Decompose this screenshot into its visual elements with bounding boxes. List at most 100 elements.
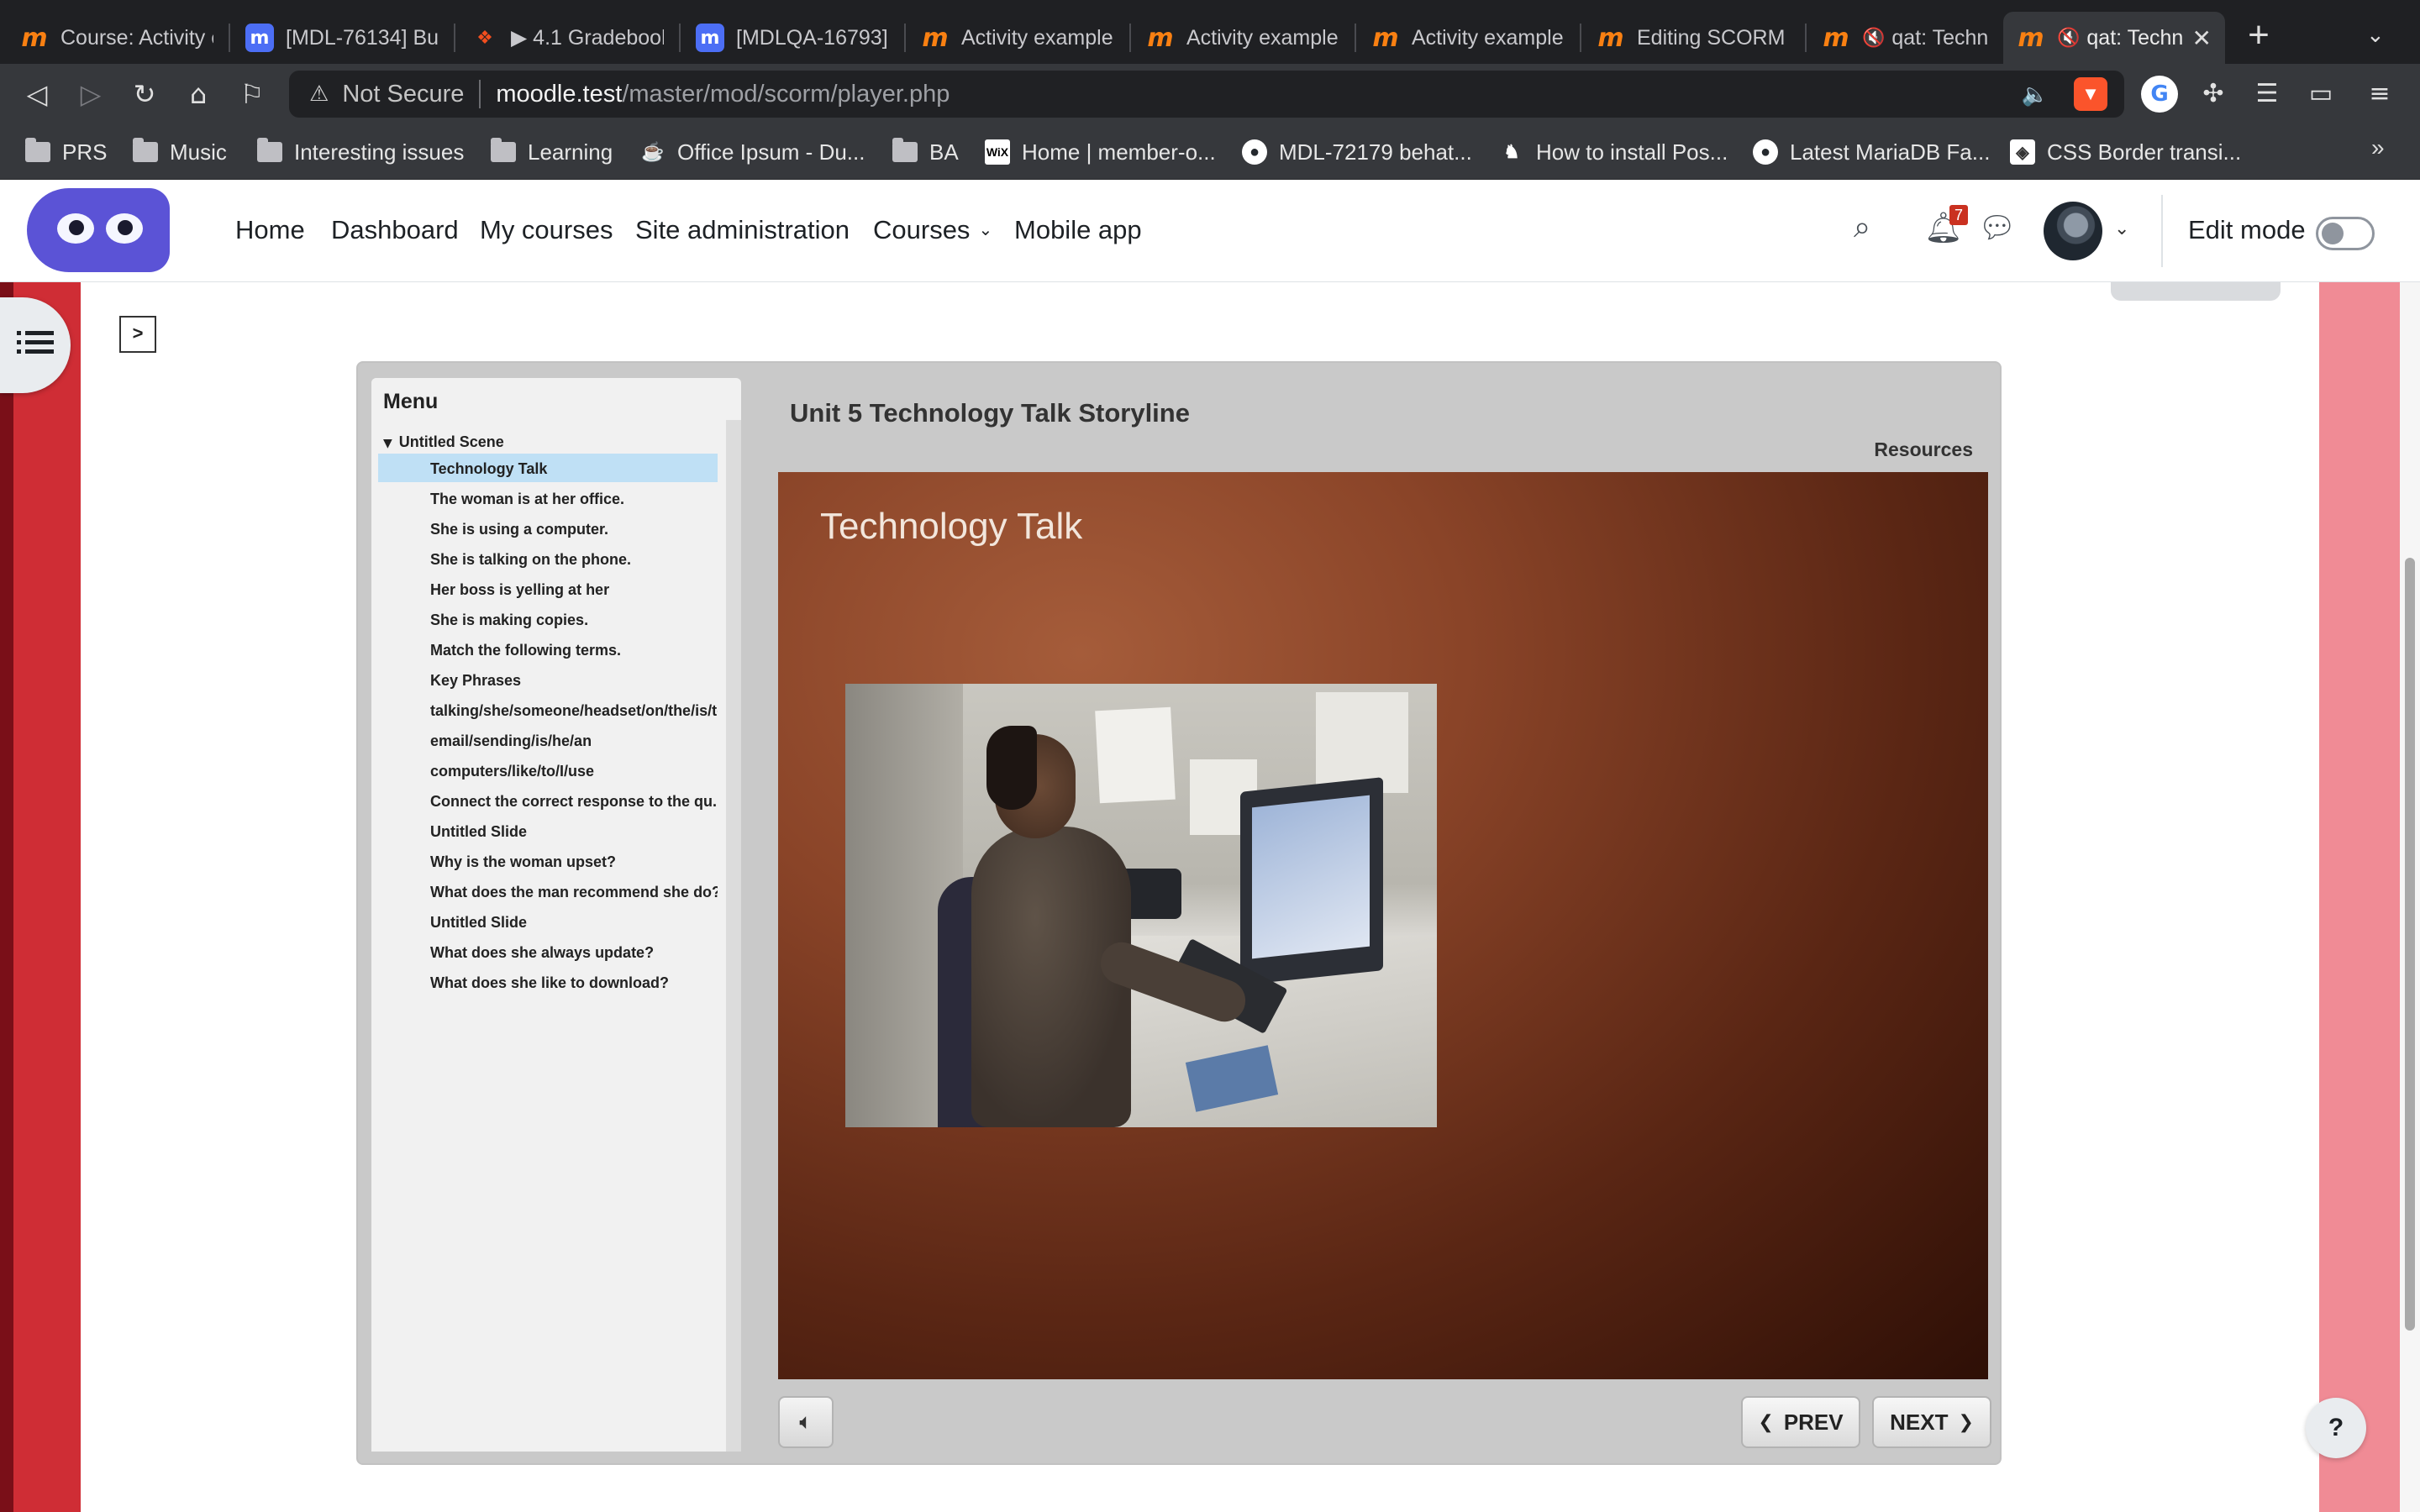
- browser-menu-icon[interactable]: ≡: [2361, 76, 2398, 113]
- menu-slide-item[interactable]: Untitled Slide: [378, 907, 718, 936]
- url-path: /master/mod/scorm/player.php: [622, 80, 950, 108]
- browser-tab[interactable]: m [MDLQA-16793]: [682, 12, 902, 64]
- bookmark-mdl-72179[interactable]: ● MDL-72179 behat...: [1242, 136, 1472, 168]
- menu-slide-item[interactable]: She is making copies.: [378, 605, 718, 633]
- bookmark-folder-music[interactable]: Music: [133, 136, 227, 168]
- brave-shield-icon[interactable]: ▼: [2074, 77, 2107, 111]
- player-controls: 🔈︎ ❮ PREV NEXT ❯: [778, 1396, 1991, 1448]
- menu-slide-item[interactable]: talking/she/someone/headset/on/the/is/to: [378, 696, 718, 724]
- bookmark-folder-ba[interactable]: BA: [892, 136, 959, 168]
- bookmark-page-button[interactable]: ⚐: [234, 76, 271, 113]
- back-button[interactable]: ◁: [18, 76, 55, 113]
- left-accent-bar: [13, 282, 81, 1512]
- nav-courses-dropdown[interactable]: Courses ⌄: [873, 215, 992, 245]
- bookmark-label: Home | member-o...: [1022, 139, 1216, 165]
- tab-separator: [1129, 24, 1131, 52]
- logo-left-eye: [57, 213, 94, 244]
- chevron-left-icon: ❮: [1758, 1411, 1774, 1433]
- scorm-toc-toggle-button[interactable]: >: [119, 316, 156, 353]
- tab-list-chevron-icon[interactable]: ⌄: [2366, 22, 2385, 48]
- bookmark-install-postgres[interactable]: ♞ How to install Pos...: [1499, 136, 1728, 168]
- browser-tab-active[interactable]: m 🔇 qat: Techn ✕: [2003, 12, 2225, 64]
- messages-icon[interactable]: 💬︎: [1978, 210, 2017, 245]
- folder-icon: [491, 138, 516, 162]
- nav-my-courses[interactable]: My courses: [480, 215, 613, 245]
- help-button[interactable]: ?: [2306, 1398, 2366, 1458]
- bookmark-folder-learning[interactable]: Learning: [491, 136, 613, 168]
- menu-slide-item[interactable]: Why is the woman upset?: [378, 847, 718, 875]
- browser-tab[interactable]: m Activity example: [1358, 12, 1578, 64]
- muted-speaker-icon[interactable]: 🔇: [2057, 27, 2080, 49]
- prev-button[interactable]: ❮ PREV: [1741, 1396, 1860, 1448]
- nav-home[interactable]: Home: [235, 215, 305, 245]
- bookmark-folder-interesting-issues[interactable]: Interesting issues: [257, 136, 464, 168]
- wallet-icon[interactable]: ▭: [2302, 76, 2339, 113]
- menu-slide-item[interactable]: computers/like/to/I/use: [378, 756, 718, 785]
- triangle-down-icon: ▼: [383, 437, 392, 450]
- home-button[interactable]: ⌂: [180, 76, 217, 113]
- resources-link[interactable]: Resources: [1874, 438, 1973, 461]
- volume-button[interactable]: 🔈︎: [778, 1396, 834, 1448]
- browser-tab[interactable]: m [MDL-76134] Bu: [232, 12, 452, 64]
- right-accent-bar: [2319, 282, 2400, 1512]
- search-icon[interactable]: ⌕: [1854, 210, 1870, 245]
- menu-slide-item[interactable]: What does the man recommend she do?: [378, 877, 718, 906]
- menu-slide-item[interactable]: email/sending/is/he/an: [378, 726, 718, 754]
- menu-tab[interactable]: Menu: [371, 378, 450, 420]
- browser-tab[interactable]: m Course: Activity e: [7, 12, 227, 64]
- page-scrollbar-thumb[interactable]: [2405, 558, 2415, 1331]
- course-title: Unit 5 Technology Talk Storyline: [790, 398, 1190, 428]
- reload-button[interactable]: ↻: [126, 76, 163, 113]
- scene-item[interactable]: ▼ Untitled Scene: [383, 433, 504, 451]
- scorm-player: Menu ▼ Untitled Scene Technology Talk The…: [356, 361, 2002, 1465]
- menu-slide-item[interactable]: Connect the correct response to the qu..…: [378, 786, 718, 815]
- player-content-panel: Unit 5 Technology Talk Storyline Resourc…: [761, 378, 1991, 1452]
- browser-tab[interactable]: m 🔇 qat: Technolo: [1808, 12, 2002, 64]
- forward-button[interactable]: ▷: [72, 76, 109, 113]
- edit-mode-toggle[interactable]: [2316, 217, 2375, 250]
- bookmark-office-ipsum[interactable]: ☕ Office Ipsum - Du...: [640, 136, 865, 168]
- user-menu-chevron-icon[interactable]: ⌄: [2114, 218, 2129, 239]
- new-tab-button[interactable]: +: [2242, 17, 2275, 54]
- muted-speaker-icon[interactable]: 🔇: [1862, 27, 1885, 49]
- menu-slide-item[interactable]: Match the following terms.: [378, 635, 718, 664]
- menu-slide-item[interactable]: She is using a computer.: [378, 514, 718, 543]
- menu-slide-item[interactable]: What does she always update?: [378, 937, 718, 966]
- menu-slide-item[interactable]: Untitled Slide: [378, 816, 718, 845]
- extensions-puzzle-icon[interactable]: ✣: [2195, 76, 2232, 113]
- browser-tab[interactable]: m Activity example: [908, 12, 1128, 64]
- browser-tab[interactable]: m Activity example: [1133, 12, 1353, 64]
- playlist-icon[interactable]: ☰: [2249, 76, 2286, 113]
- nav-dashboard[interactable]: Dashboard: [331, 215, 459, 245]
- menu-slide-item[interactable]: She is talking on the phone.: [378, 544, 718, 573]
- menu-slide-item[interactable]: Technology Talk: [378, 454, 718, 482]
- bookmark-mariadb[interactable]: ● Latest MariaDB Fa...: [1753, 136, 1990, 168]
- menu-slide-item[interactable]: Key Phrases: [378, 665, 718, 694]
- next-button[interactable]: NEXT ❯: [1872, 1396, 1991, 1448]
- nav-mobile-app[interactable]: Mobile app: [1014, 215, 1142, 245]
- block-drawer-toggle[interactable]: [2111, 282, 2281, 301]
- logo-right-eye: [106, 213, 143, 244]
- slide-stage[interactable]: Technology Talk: [778, 472, 1988, 1379]
- browser-tab[interactable]: ❖ ▶ 4.1 Gradebook: [457, 12, 677, 64]
- google-translate-extension-icon[interactable]: G: [2141, 76, 2178, 113]
- media-blocked-icon[interactable]: 🔈: [2022, 81, 2049, 108]
- bookmark-wix-home[interactable]: WiX Home | member-o...: [985, 136, 1216, 168]
- bookmark-folder-prs[interactable]: PRS: [25, 136, 107, 168]
- bookmark-css-border[interactable]: ◈ CSS Border transi...: [2010, 136, 2241, 168]
- nav-site-administration[interactable]: Site administration: [635, 215, 850, 245]
- address-bar[interactable]: ⚠ Not Secure moodle.test /master/mod/sco…: [289, 71, 2124, 118]
- navbar-divider: [2161, 195, 2163, 267]
- more-bookmarks-button[interactable]: »: [2371, 134, 2385, 161]
- menu-scrollbar[interactable]: [726, 420, 741, 1452]
- browser-tab[interactable]: m Editing SCORM p: [1583, 12, 1803, 64]
- menu-slide-item[interactable]: What does she like to download?: [378, 968, 718, 996]
- menu-slide-item[interactable]: The woman is at her office.: [378, 484, 718, 512]
- wix-icon: WiX: [985, 139, 1010, 165]
- moodle-logo[interactable]: [27, 188, 170, 272]
- menu-slide-item[interactable]: Her boss is yelling at her: [378, 575, 718, 603]
- folder-icon: [133, 138, 158, 162]
- close-tab-icon[interactable]: ✕: [2184, 24, 2212, 52]
- moodle-tracker-icon: m: [245, 24, 274, 52]
- user-avatar[interactable]: [2044, 202, 2102, 260]
